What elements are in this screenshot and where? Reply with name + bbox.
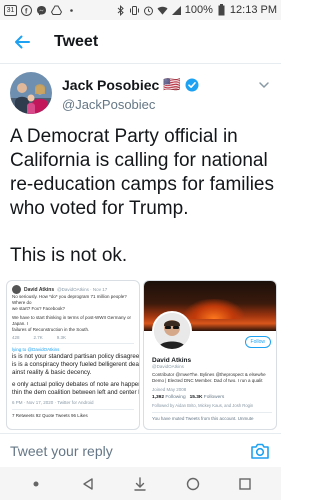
svg-text:f: f <box>25 8 28 15</box>
mini-big-3: ainst reality & basic decency. <box>12 369 92 376</box>
tweet-media: David Atkins @DavidOAtkins · Nov 17 No s… <box>6 280 277 430</box>
media-image-left[interactable]: David Atkins @DavidOAtkins · Nov 17 No s… <box>6 280 140 430</box>
battery-icon <box>216 4 227 16</box>
wifi-icon <box>157 5 168 16</box>
reply-input[interactable]: Tweet your reply <box>10 443 249 459</box>
camera-icon <box>251 443 269 459</box>
muted-notice: You have muted Tweets from this account.… <box>152 412 272 421</box>
triangle-back-icon <box>83 477 93 490</box>
dot-icon <box>33 481 39 486</box>
mini-like-count: 9.3K <box>56 335 67 340</box>
facebook-icon: f <box>21 4 32 16</box>
tweet-text: A Democrat Party official in California … <box>10 125 275 268</box>
following-label: Following <box>165 395 186 400</box>
tweet-text-secondary: This is not ok. <box>10 245 128 266</box>
tweet-header: Jack Posobiec 🇺🇸 @JackPosobiec <box>10 72 273 118</box>
nav-dot-button[interactable] <box>25 473 47 495</box>
download-icon <box>134 476 147 491</box>
status-bar: 31 f 100% 12:13 PM <box>0 0 281 20</box>
mini-stats: 7 Retweets 92 Quote Tweets 96 Likes <box>12 413 88 418</box>
profile-handle: @DavidOAtkins <box>152 364 184 369</box>
avatar[interactable] <box>10 72 52 114</box>
mini-line-3: We have to start thinking in terms of po… <box>12 315 131 326</box>
square-recents-icon <box>239 477 251 490</box>
nav-home-button[interactable] <box>182 473 204 495</box>
nav-back-button[interactable] <box>77 473 99 495</box>
profile-joined: Joined May 2008 <box>152 387 187 392</box>
signal-icon <box>171 5 182 16</box>
author-name-row[interactable]: Jack Posobiec 🇺🇸 <box>62 76 273 93</box>
author-handle: @JackPosobiec <box>62 97 156 112</box>
reply-bar: Tweet your reply <box>0 433 281 467</box>
page-title: Tweet <box>54 32 99 50</box>
tweet-text-main: A Democrat Party official in California … <box>10 126 274 219</box>
battery-level: 100% <box>184 4 213 16</box>
mini-author-handle: @DavidOAtkins · Nov 17 <box>57 287 108 292</box>
mini-actions: 428 2.7K 9.3K <box>12 335 134 340</box>
profile-avatar <box>152 311 192 351</box>
mini-reply-count: 428 <box>12 335 20 340</box>
author-name: Jack Posobiec <box>62 76 160 93</box>
mini-line-4: failures of Reconstruction in the South. <box>12 327 90 332</box>
profile-bio-2: Demo | Elected DNC Member. Dad of two. I… <box>152 378 263 383</box>
alarm-icon <box>143 5 154 16</box>
back-button[interactable] <box>0 20 44 64</box>
mini-line-1: No seriously. How *do* you deprogram 71 … <box>12 294 127 305</box>
tweet-menu-button[interactable] <box>257 78 271 92</box>
calendar-icon: 31 <box>4 4 17 16</box>
vibrate-icon <box>129 5 140 16</box>
app-bar: Tweet <box>0 20 281 64</box>
back-arrow-icon <box>15 35 30 48</box>
more-dots-icon <box>66 5 77 16</box>
followers-label: Followers <box>203 395 225 400</box>
media-image-right[interactable]: Follow David Atkins @DavidOAtkins Contri… <box>143 280 277 430</box>
followers-count: 15.3K <box>189 395 203 400</box>
mini-big-5: thin the dem coalition between left and … <box>12 389 140 396</box>
nav-recents-button[interactable] <box>234 473 256 495</box>
followed-by: Followed by Aidan Brito, Mickey Kaus, an… <box>152 403 254 408</box>
clock: 12:13 PM <box>229 4 277 16</box>
verified-badge-icon <box>185 78 199 91</box>
circle-home-icon <box>186 477 199 490</box>
nav-download-button[interactable] <box>129 473 151 495</box>
mini-big-2: is is a conspiracy theory fueled bellige… <box>12 361 140 368</box>
chevron-down-icon <box>259 82 269 89</box>
mini-big-4: e only actual policy debates of note are… <box>12 381 140 388</box>
mini-retweet-count: 2.7K <box>33 335 43 340</box>
camera-button[interactable] <box>249 440 271 462</box>
drive-icon <box>51 5 62 16</box>
bluetooth-icon <box>115 4 126 16</box>
following-count: 1,392 <box>152 395 165 400</box>
android-nav-bar <box>0 467 281 500</box>
us-flag-emoji: 🇺🇸 <box>163 76 181 92</box>
mini-avatar <box>12 285 21 294</box>
profile-name: David Atkins <box>152 357 192 364</box>
mini-meta: 6 PM · Nov 17, 2020 · Twitter for Androi… <box>12 400 94 405</box>
follow-button: Follow <box>244 336 271 348</box>
profile-stats: 1,392 Following 15.3K Followers <box>152 395 272 400</box>
mini-big-1: is is not your standard partisan policy … <box>12 353 140 360</box>
mini-author-name: David Atkins <box>24 286 55 293</box>
messenger-icon <box>36 5 47 16</box>
